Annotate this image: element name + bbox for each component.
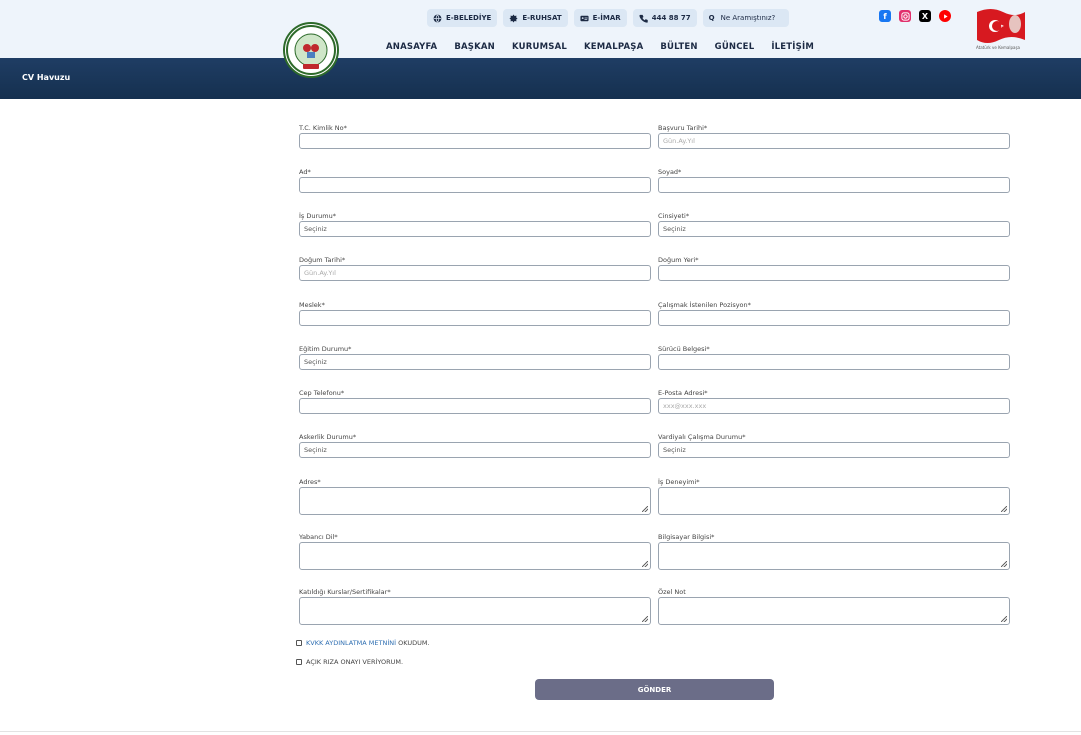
bilgisayar-label: Bilgisayar Bilgisi* [658,533,715,541]
adres-textarea[interactable] [299,487,651,515]
footer-divider [0,731,1081,732]
badge-icon [509,13,518,23]
e-imar-label: E-İMAR [592,14,621,22]
pozisyon-label: Çalışmak İstenilen Pozisyon* [658,301,751,309]
quick-links: E-BELEDİYE E-RUHSAT E-İMAR 444 88 77 Q N… [427,9,789,27]
page-banner: CV Havuzu [0,58,1081,99]
id-card-icon [580,15,589,21]
tc-input[interactable] [299,133,651,149]
submit-button[interactable]: GÖNDER [535,679,774,700]
e-belediye-button[interactable]: E-BELEDİYE [427,9,498,27]
e-ruhsat-button[interactable]: E-RUHSAT [503,9,568,27]
flag-caption: Atatürk ve Kemalpaşa [976,45,1020,50]
vardiya-select[interactable]: Seçiniz [658,442,1010,458]
resize-handle-icon[interactable] [1001,506,1007,512]
surucu-label: Sürücü Belgesi* [658,345,710,353]
social-links: f X [879,10,951,22]
page-title: CV Havuzu [22,73,71,82]
phone-button[interactable]: 444 88 77 [632,9,697,27]
soyad-label: Soyad* [658,168,682,176]
basvuru-label: Başvuru Tarihi* [658,124,708,132]
riza-label: AÇIK RIZA ONAYI VERİYORUM. [306,658,404,666]
resize-handle-icon[interactable] [642,616,648,622]
is-deneyimi-label: İş Deneyimi* [658,478,700,486]
resize-handle-icon[interactable] [1001,561,1007,567]
nav-baskan[interactable]: BAŞKAN [454,42,495,52]
cep-input[interactable] [299,398,651,414]
search-placeholder: Ne Aramıştınız? [720,14,776,22]
main-nav: ANASAYFA BAŞKAN KURUMSAL KEMALPAŞA BÜLTE… [386,42,814,52]
meslek-input[interactable] [299,310,651,326]
meslek-label: Meslek* [299,301,325,309]
yabanci-dil-label: Yabancı Dil* [299,533,338,541]
cep-label: Cep Telefonu* [299,389,345,397]
top-header: E-BELEDİYE E-RUHSAT E-İMAR 444 88 77 Q N… [0,0,1081,58]
dogum-tarihi-label: Doğum Tarihi* [299,256,346,264]
kurslar-textarea[interactable] [299,597,651,625]
ataturk-flag-image [975,6,1027,50]
dogum-yeri-label: Doğum Yeri* [658,256,699,264]
askerlik-label: Askerlik Durumu* [299,433,357,441]
eposta-label: E-Posta Adresi* [658,389,708,397]
ozel-not-textarea[interactable] [658,597,1010,625]
x-icon[interactable]: X [919,10,931,22]
kvkk-link[interactable]: KVKK AYDINLATMA METNİNİ [306,639,396,647]
cinsiyet-label: Cinsiyeti* [658,212,690,220]
cinsiyet-select[interactable]: Seçiniz [658,221,1010,237]
municipality-logo[interactable] [283,22,339,78]
bilgisayar-textarea[interactable] [658,542,1010,570]
egitim-select[interactable]: Seçiniz [299,354,651,370]
is-durumu-label: İş Durumu* [299,212,336,220]
facebook-icon[interactable]: f [879,10,891,22]
tc-label: T.C. Kimlik No* [299,124,347,132]
instagram-icon[interactable] [899,10,911,22]
ozel-not-label: Özel Not [658,588,686,596]
kvkk-consent: KVKK AYDINLATMA METNİNİ OKUDUM. [296,639,430,647]
basvuru-date-input[interactable]: Gün.Ay.Yıl [658,133,1010,149]
search-icon: Q [708,14,715,22]
nav-iletisim[interactable]: İLETİŞİM [771,42,814,52]
nav-kurumsal[interactable]: KURUMSAL [512,42,567,52]
is-deneyimi-textarea[interactable] [658,487,1010,515]
egitim-label: Eğitim Durumu* [299,345,352,353]
pozisyon-input[interactable] [658,310,1010,326]
is-durumu-select[interactable]: Seçiniz [299,221,651,237]
riza-checkbox[interactable] [296,659,302,665]
dogum-tarihi-input[interactable]: Gün.Ay.Yıl [299,265,651,281]
nav-kemalpasa[interactable]: KEMALPAŞA [584,42,643,52]
phone-icon [639,14,648,23]
vardiya-label: Vardiyalı Çalışma Durumu* [658,433,746,441]
globe-icon [433,14,442,22]
dogum-yeri-input[interactable] [658,265,1010,281]
eposta-input[interactable]: xxx@xxx.xxx [658,398,1010,414]
search-box[interactable]: Q Ne Aramıştınız? [702,9,789,27]
ad-label: Ad* [299,168,311,176]
e-ruhsat-label: E-RUHSAT [522,14,562,22]
youtube-icon[interactable] [939,10,951,22]
soyad-input[interactable] [658,177,1010,193]
resize-handle-icon[interactable] [1001,616,1007,622]
phone-label: 444 88 77 [651,14,691,22]
adres-label: Adres* [299,478,321,486]
resize-handle-icon[interactable] [642,561,648,567]
e-belediye-label: E-BELEDİYE [446,14,492,22]
nav-bulten[interactable]: BÜLTEN [660,42,697,52]
nav-guncel[interactable]: GÜNCEL [715,42,755,52]
ad-input[interactable] [299,177,651,193]
yabanci-dil-textarea[interactable] [299,542,651,570]
resize-handle-icon[interactable] [642,506,648,512]
kvkk-checkbox[interactable] [296,640,302,646]
surucu-input[interactable] [658,354,1010,370]
kvkk-suffix: OKUDUM. [396,639,430,647]
e-imar-button[interactable]: E-İMAR [573,9,627,27]
nav-anasayfa[interactable]: ANASAYFA [386,42,437,52]
riza-consent: AÇIK RIZA ONAYI VERİYORUM. [296,658,403,666]
kurslar-label: Katıldığı Kurslar/Sertifikalar* [299,588,391,596]
askerlik-select[interactable]: Seçiniz [299,442,651,458]
